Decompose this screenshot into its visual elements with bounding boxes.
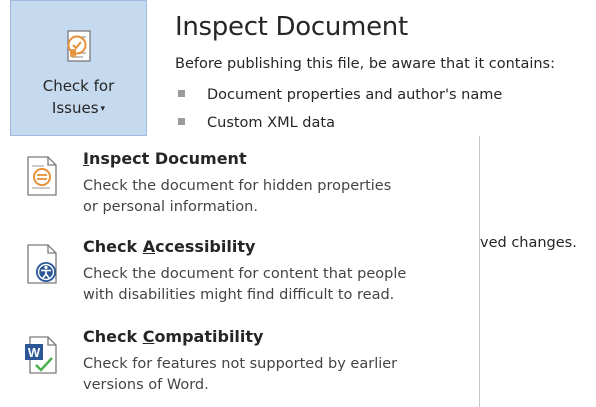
- button-label-line2: Issues: [51, 99, 99, 117]
- menu-item-check-accessibility[interactable]: Check Accessibility Check the document f…: [10, 224, 479, 310]
- info-bullet-list: Document properties and author's name Cu…: [178, 84, 502, 140]
- check-for-issues-menu: Inspect Document Check the document for …: [10, 136, 480, 407]
- info-title: Inspect Document: [175, 12, 408, 42]
- inspect-document-icon: [27, 156, 57, 196]
- word-compatibility-icon: W: [25, 336, 57, 374]
- menu-item-description: Check the document for hidden properties…: [83, 178, 392, 215]
- dropdown-caret-icon: ▾: [100, 104, 106, 114]
- check-for-issues-button[interactable]: Check for Issues ▾: [10, 0, 147, 136]
- menu-item-description: Check the document for content that peop…: [83, 266, 407, 303]
- info-partial-text: ved changes.: [480, 235, 577, 251]
- info-bullet: Document properties and author's name: [178, 84, 502, 112]
- menu-item-title: Check Accessibility: [83, 237, 256, 256]
- bullet-square-icon: [178, 118, 185, 125]
- button-label-line1: Check for: [42, 77, 115, 95]
- svg-text:W: W: [28, 345, 41, 360]
- menu-item-title: Inspect Document: [83, 149, 247, 168]
- menu-item-description: Check for features not supported by earl…: [83, 356, 398, 393]
- check-for-issues-icon: [67, 30, 91, 62]
- menu-item-title: Check Compatibility: [83, 327, 264, 346]
- bullet-square-icon: [178, 90, 185, 97]
- accessibility-icon: [27, 244, 57, 284]
- check-for-issues-label: Check for Issues ▾: [11, 75, 146, 120]
- info-description: Before publishing this file, be aware th…: [175, 56, 555, 72]
- menu-item-inspect-document[interactable]: Inspect Document Check the document for …: [10, 136, 479, 222]
- left-strip: [0, 0, 10, 407]
- menu-item-check-compatibility[interactable]: W Check Compatibility Check for features…: [10, 314, 479, 400]
